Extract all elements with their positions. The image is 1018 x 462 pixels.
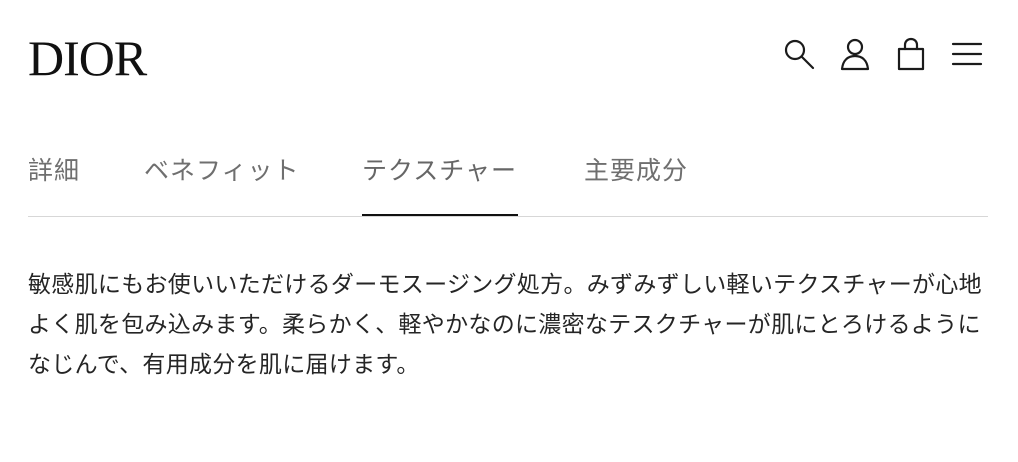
- dior-logo[interactable]: DIOR: [28, 30, 147, 86]
- texture-description: 敏感肌にもお使いいただけるダーモスージング処方。みずみずしい軽いテクスチャーが心…: [28, 272, 982, 378]
- product-tabs: 詳細 ベネフィット テクスチャー 主要成分: [28, 150, 988, 217]
- menu-button[interactable]: [950, 36, 984, 72]
- tab-key-ingredients[interactable]: 主要成分: [584, 150, 688, 214]
- tab-details[interactable]: 詳細: [28, 150, 80, 214]
- search-icon: [784, 39, 815, 70]
- site-header: DIOR: [0, 0, 1018, 110]
- tab-benefits[interactable]: ベネフィット: [144, 150, 300, 214]
- cart-button[interactable]: [894, 36, 928, 72]
- header-actions: [782, 36, 984, 72]
- menu-icon: [951, 42, 983, 66]
- user-icon: [840, 38, 870, 71]
- account-button[interactable]: [838, 36, 872, 72]
- tab-texture[interactable]: テクスチャー: [362, 150, 518, 216]
- search-button[interactable]: [782, 36, 816, 72]
- bag-icon: [897, 37, 925, 71]
